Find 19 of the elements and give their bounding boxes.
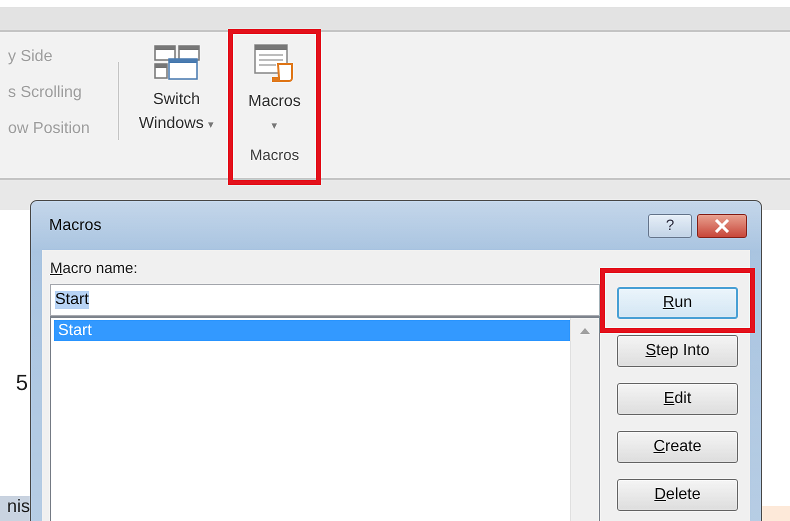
windows-icon <box>152 44 200 82</box>
sheet-cell: nis <box>0 496 30 521</box>
close-button[interactable] <box>697 214 747 238</box>
dialog-button[interactable]: Step Into <box>617 335 738 367</box>
sheet-cell-text: 5 <box>14 370 28 396</box>
field-label: Macro name: <box>50 260 139 277</box>
dialog-button[interactable]: Run <box>617 287 738 319</box>
dialog-button[interactable]: Edit <box>617 383 738 415</box>
switch-windows-button[interactable]: Switch Windows ▾ <box>129 32 224 138</box>
macros-button[interactable]: Macros ▾ <box>234 32 314 139</box>
dialog-button[interactable]: Create <box>617 431 738 463</box>
close-icon <box>714 218 730 232</box>
macro-sheet-icon <box>254 44 296 84</box>
group-label: Macros <box>250 147 300 164</box>
help-button[interactable]: ? <box>648 214 692 238</box>
dialog-title: Macros <box>49 216 102 234</box>
dialog-button[interactable]: Delete <box>617 479 738 511</box>
sheet-cell-fill <box>760 506 790 521</box>
macro-name-field[interactable]: Start <box>50 284 600 316</box>
